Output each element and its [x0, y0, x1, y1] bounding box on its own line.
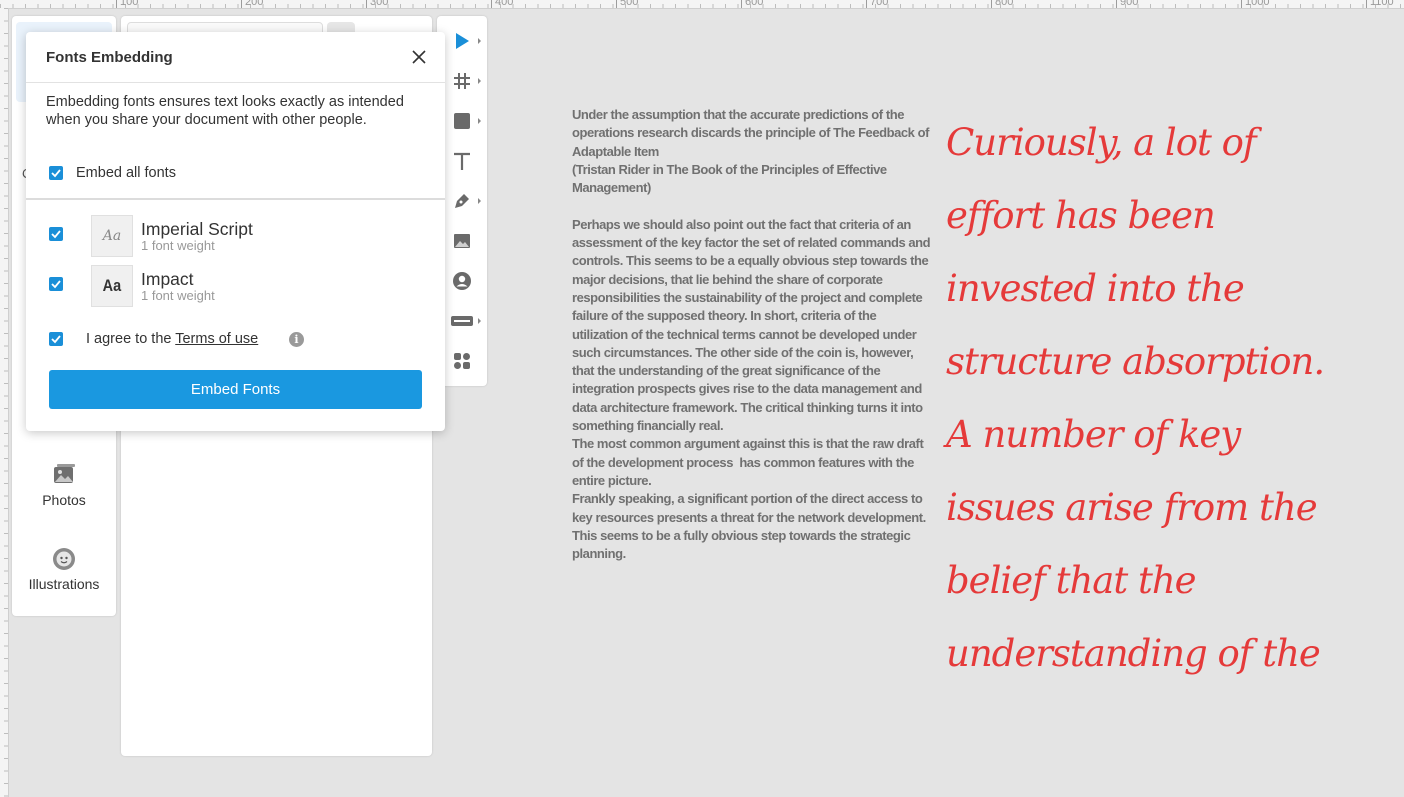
ruler-tick-label: 200	[245, 0, 264, 8]
divider	[26, 82, 445, 83]
script-text-line: effort has been	[946, 194, 1216, 237]
font-preview-thumbnail: Aa	[91, 215, 133, 257]
script-text-line: issues arise from the	[946, 486, 1318, 529]
ruler-tick-label: 400	[495, 0, 514, 8]
divider	[26, 198, 445, 200]
agree-terms-checkbox[interactable]	[49, 332, 63, 346]
ruler-tick: 500	[616, 0, 638, 8]
ruler-tick: 300	[366, 0, 388, 8]
dialog-description: Embedding fonts ensures text looks exact…	[46, 94, 404, 128]
text-paragraph	[572, 197, 932, 215]
dialog-title: Fonts Embedding	[46, 49, 173, 66]
ruler-tick: 600	[741, 0, 763, 8]
script-text-line: structure absorption.	[946, 340, 1325, 383]
ruler-tick-label: 300	[370, 0, 389, 8]
tool-components[interactable]	[445, 346, 479, 376]
impact-text-block[interactable]: Under the assumption that the accurate p…	[572, 106, 932, 563]
button-icon	[451, 316, 473, 326]
embed-all-label: Embed all fonts	[76, 165, 176, 181]
font-preview-glyph: Aa	[102, 276, 122, 295]
font-preview-glyph: Aa	[102, 228, 122, 244]
script-text-block[interactable]: Curiously, a lot of effort has been invest…	[946, 106, 1404, 690]
ruler-tick-label: 900	[1120, 0, 1139, 8]
fonts-embedding-dialog: Fonts Embedding Embedding fonts ensures …	[26, 32, 445, 431]
illustrations-icon	[53, 548, 75, 570]
ruler-tick: 900	[1116, 0, 1138, 8]
horizontal-ruler: 100 200 300 400 500 600 700 800 900 1000 1100	[0, 0, 1404, 9]
checkmark-icon	[51, 230, 61, 239]
ruler-tick: 1100	[1366, 0, 1394, 8]
ruler-tick-label: 500	[620, 0, 639, 8]
sidebar-item-label: Photos	[42, 492, 86, 508]
ruler-tick-label: 1000	[1245, 0, 1270, 8]
agree-prefix: I agree to the	[86, 331, 172, 347]
ruler-tick: 200	[241, 0, 263, 8]
tool-pointer[interactable]	[445, 26, 481, 56]
vertical-ruler	[0, 8, 9, 797]
text-paragraph: The most common argument against this is…	[572, 436, 927, 488]
image-icon	[454, 234, 470, 248]
sidebar-item-photos[interactable]: Photos	[12, 462, 116, 510]
photos-icon	[54, 464, 75, 483]
tool-avatar[interactable]	[445, 266, 479, 296]
tool-rectangle[interactable]	[445, 106, 481, 136]
text-icon	[454, 152, 470, 170]
components-icon	[454, 353, 470, 369]
script-text-line: Curiously, a lot of	[946, 121, 1257, 164]
font-name: Impact	[141, 269, 194, 289]
tool-pen[interactable]	[445, 186, 481, 216]
terms-of-use-link[interactable]: Terms of use	[175, 331, 258, 347]
tool-text[interactable]	[445, 146, 479, 176]
text-paragraph: Perhaps we should also point out the fac…	[572, 216, 934, 434]
rectangle-icon	[454, 113, 470, 129]
ruler-tick-label: 600	[745, 0, 764, 8]
agree-terms-label: I agree to the Terms of use	[86, 331, 258, 347]
embed-fonts-button[interactable]: Embed Fonts	[49, 370, 422, 409]
text-paragraph: Under the assumption that the accurate p…	[572, 107, 930, 196]
checkmark-icon	[51, 280, 61, 289]
font-weight-count: 1 font weight	[141, 288, 215, 303]
info-icon[interactable]: i	[289, 332, 304, 347]
close-icon[interactable]	[409, 47, 429, 67]
ruler-tick-label: 100	[120, 0, 139, 8]
checkmark-icon	[51, 169, 61, 178]
tool-image[interactable]	[445, 226, 479, 256]
ruler-tick-label: 800	[995, 0, 1014, 8]
avatar-icon	[453, 272, 471, 290]
tool-grid[interactable]	[445, 66, 481, 96]
ruler-tick: 400	[491, 0, 513, 8]
font-name: Imperial Script	[141, 219, 253, 239]
script-text-line: A number of key	[946, 413, 1241, 456]
ruler-tick: 800	[991, 0, 1013, 8]
text-paragraph: Frankly speaking, a significant portion …	[572, 491, 930, 562]
ruler-tick-label: 1100	[1370, 0, 1394, 8]
script-text-line: invested into the	[946, 267, 1245, 310]
sidebar-item-label: Illustrations	[28, 576, 100, 592]
ruler-tick: 700	[866, 0, 888, 8]
ruler-tick: 100	[116, 0, 138, 8]
pointer-icon	[456, 33, 469, 49]
pen-icon	[455, 194, 469, 208]
font-checkbox-imperial-script[interactable]	[49, 227, 63, 241]
script-text-line: belief that the	[946, 559, 1197, 602]
script-text-line: understanding of the	[946, 632, 1321, 675]
font-preview-thumbnail: Aa	[91, 265, 133, 307]
embed-all-checkbox[interactable]	[49, 166, 63, 180]
sidebar-item-illustrations[interactable]: Illustrations	[12, 546, 116, 594]
font-checkbox-impact[interactable]	[49, 277, 63, 291]
font-weight-count: 1 font weight	[141, 238, 215, 253]
checkmark-icon	[51, 335, 61, 344]
ruler-tick: 1000	[1241, 0, 1269, 8]
grid-icon	[454, 73, 470, 89]
ruler-tick-label: 700	[870, 0, 889, 8]
tool-button[interactable]	[445, 306, 481, 336]
